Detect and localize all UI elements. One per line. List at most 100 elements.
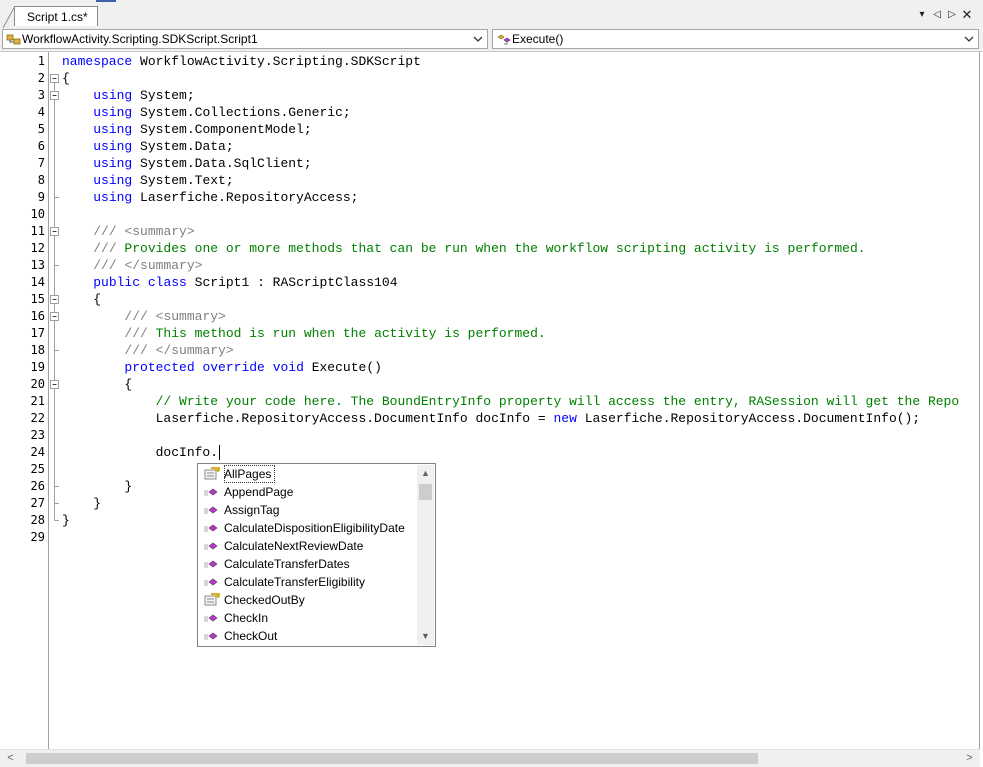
line-number: 23 bbox=[30, 428, 45, 442]
code-line[interactable]: /// Provides one or more methods that ca… bbox=[62, 240, 866, 257]
line-number: 11 bbox=[30, 224, 45, 238]
code-line[interactable]: protected override void Execute() bbox=[62, 359, 382, 376]
code-line[interactable]: /// <summary> bbox=[62, 223, 194, 240]
code-token: /// bbox=[93, 258, 117, 273]
code-line[interactable]: /// </summary> bbox=[62, 342, 234, 359]
code-line[interactable]: using System.Data; bbox=[62, 138, 234, 155]
code-token: } bbox=[62, 479, 133, 494]
chevron-down-icon[interactable] bbox=[473, 35, 483, 43]
code-line[interactable]: } bbox=[62, 512, 70, 529]
completion-item[interactable]: CalculateTransferEligibility bbox=[199, 573, 417, 591]
code-token: System.Data; bbox=[132, 139, 234, 154]
line-number: 22 bbox=[30, 411, 45, 425]
line-number: 16 bbox=[30, 309, 45, 323]
code-token: /// bbox=[93, 224, 117, 239]
outline-region[interactable] bbox=[50, 312, 60, 351]
completion-item[interactable]: CheckOut bbox=[199, 627, 417, 645]
code-line[interactable]: } bbox=[62, 478, 132, 495]
completion-item[interactable]: CheckedOutBy bbox=[199, 591, 417, 609]
code-line[interactable]: /// </summary> bbox=[62, 257, 202, 274]
chevron-down-icon[interactable] bbox=[964, 35, 974, 43]
scroll-down-icon[interactable]: ▼ bbox=[417, 628, 434, 645]
code-line[interactable]: using System.Collections.Generic; bbox=[62, 104, 350, 121]
completion-item[interactable]: CalculateDispositionEligibilityDate bbox=[199, 519, 417, 537]
completion-item[interactable]: CheckIn bbox=[199, 609, 417, 627]
tab-controls: ▾ ◁ ▷ ✕ bbox=[916, 8, 973, 22]
line-number: 15 bbox=[30, 292, 45, 306]
code-token: using bbox=[93, 156, 133, 171]
code-line[interactable]: } bbox=[62, 495, 101, 512]
completion-scroll-thumb[interactable] bbox=[419, 484, 432, 500]
code-line[interactable]: using System.ComponentModel; bbox=[62, 121, 311, 138]
code-line[interactable]: { bbox=[62, 291, 101, 308]
horizontal-scrollbar[interactable]: < > bbox=[0, 749, 980, 767]
completion-item[interactable]: CalculateTransferDates bbox=[199, 555, 417, 573]
code-line[interactable]: public class Script1 : RAScriptClass104 bbox=[62, 274, 397, 291]
tab-strip-accent bbox=[96, 0, 116, 2]
line-number: 26 bbox=[30, 479, 45, 493]
code-token: void bbox=[272, 360, 304, 375]
code-token: using bbox=[93, 173, 133, 188]
code-token: </summary> bbox=[155, 343, 234, 358]
code-token: using bbox=[93, 88, 133, 103]
line-number: 20 bbox=[30, 377, 45, 391]
code-token: docInfo. bbox=[62, 445, 219, 460]
completion-item[interactable]: AssignTag bbox=[199, 501, 417, 519]
line-number: 21 bbox=[30, 394, 45, 408]
method-icon bbox=[203, 521, 221, 535]
scroll-up-icon[interactable]: ▲ bbox=[417, 465, 434, 482]
code-line[interactable]: { bbox=[62, 70, 70, 87]
code-line[interactable]: /// This method is run when the activity… bbox=[62, 325, 545, 342]
completion-item-label: AppendPage bbox=[224, 485, 294, 499]
tab-close-icon[interactable]: ✕ bbox=[961, 8, 973, 22]
completion-item-label: CalculateDispositionEligibilityDate bbox=[224, 521, 405, 535]
code-token: } bbox=[62, 496, 102, 511]
code-token: Provides one or more methods that can be… bbox=[116, 241, 866, 256]
member-combo[interactable]: Execute() bbox=[492, 29, 979, 49]
code-token: Laserfiche.RepositoryAccess.DocumentInfo… bbox=[576, 411, 921, 426]
code-line[interactable]: using System; bbox=[62, 87, 194, 104]
tab-next-icon[interactable]: ▷ bbox=[946, 8, 958, 22]
code-line[interactable]: // Write your code here. The BoundEntryI… bbox=[62, 393, 960, 410]
code-line[interactable]: using Laserfiche.RepositoryAccess; bbox=[62, 189, 358, 206]
code-line[interactable]: /// <summary> bbox=[62, 308, 226, 325]
line-number: 3 bbox=[37, 88, 45, 102]
code-line[interactable]: using System.Text; bbox=[62, 172, 233, 189]
horizontal-scroll-thumb[interactable] bbox=[26, 753, 758, 764]
code-token: } bbox=[62, 513, 70, 528]
outline-region[interactable] bbox=[50, 380, 60, 487]
code-token: /// bbox=[124, 343, 148, 358]
tab-dropdown-icon[interactable]: ▾ bbox=[916, 8, 928, 22]
property-icon bbox=[203, 467, 221, 481]
code-line[interactable]: namespace WorkflowActivity.Scripting.SDK… bbox=[62, 53, 421, 70]
method-icon bbox=[203, 557, 221, 571]
completion-scrollbar[interactable]: ▲ ▼ bbox=[417, 465, 434, 645]
code-token: { bbox=[62, 292, 102, 307]
code-line[interactable]: using System.Data.SqlClient; bbox=[62, 155, 311, 172]
property-icon bbox=[203, 593, 221, 607]
completion-item[interactable]: CalculateNextReviewDate bbox=[199, 537, 417, 555]
outline-region[interactable] bbox=[50, 91, 60, 198]
scroll-right-icon[interactable]: > bbox=[961, 750, 978, 767]
code-line[interactable]: docInfo. bbox=[62, 444, 218, 461]
code-token: using bbox=[93, 105, 133, 120]
tab-script-1[interactable]: Script 1.cs* bbox=[14, 6, 98, 26]
completion-item-label: CheckOut bbox=[224, 629, 278, 643]
scroll-left-icon[interactable]: < bbox=[2, 750, 19, 767]
completion-item[interactable]: AllPages bbox=[199, 465, 417, 483]
code-line[interactable]: Laserfiche.RepositoryAccess.DocumentInfo… bbox=[62, 410, 921, 427]
type-combo[interactable]: WorkflowActivity.Scripting.SDKScript.Scr… bbox=[2, 29, 488, 49]
tab-prev-icon[interactable]: ◁ bbox=[931, 8, 943, 22]
completion-item[interactable]: AppendPage bbox=[199, 483, 417, 501]
code-editor[interactable]: 1 2 3 4 5 6 7 8 9 10 11 12 13 14 15 16 17 18 19 20 21 22 23 24 2… bbox=[0, 52, 980, 749]
outline-region[interactable] bbox=[50, 227, 60, 266]
code-token: <summary> bbox=[155, 309, 226, 324]
code-line[interactable]: { bbox=[62, 376, 132, 393]
